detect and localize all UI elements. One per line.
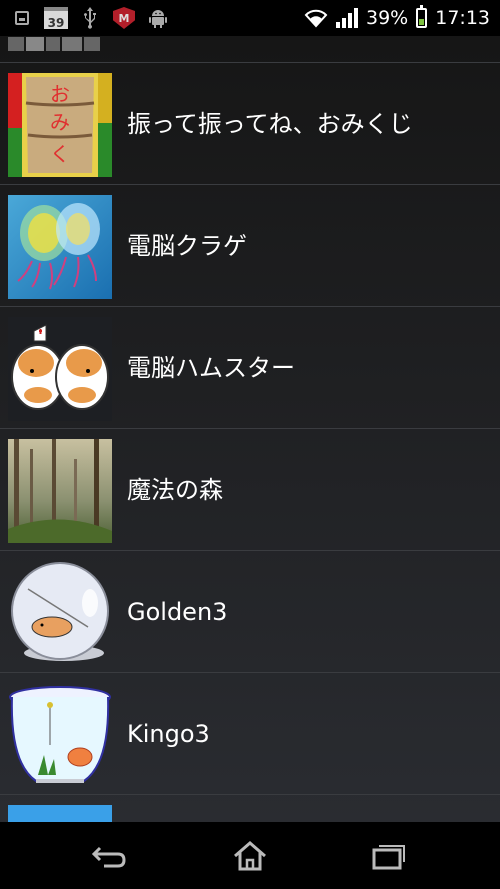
forest-icon xyxy=(8,439,112,543)
recent-apps-button[interactable] xyxy=(358,836,418,876)
fishbowl-icon xyxy=(8,683,112,787)
hamster-ball-icon xyxy=(8,561,112,665)
calendar-icon: 39 xyxy=(44,6,68,30)
navigation-bar xyxy=(0,822,500,889)
clock: 17:13 xyxy=(435,7,490,29)
hamster-icon xyxy=(8,317,112,421)
svg-text:く: く xyxy=(50,142,70,166)
list-item[interactable]: 魔法の森 xyxy=(0,428,500,551)
back-button[interactable] xyxy=(80,836,140,876)
android-icon xyxy=(146,6,170,30)
notification-icon xyxy=(10,6,34,30)
app-label: 魔法の森 xyxy=(127,476,223,504)
list-item[interactable]: Golden3 xyxy=(0,550,500,673)
app-list[interactable]: お み く 振って振ってね、おみくじ 電脳クラゲ 電脳ハムスター 魔法の森 Go… xyxy=(0,36,500,822)
app-label: 振って振ってね、おみくじ xyxy=(127,110,413,138)
app-label: Golden3 xyxy=(127,598,228,626)
jellyfish-bulb-icon xyxy=(8,195,112,299)
svg-text:お: お xyxy=(50,82,70,106)
battery-icon xyxy=(416,5,428,28)
battery-percent: 39% xyxy=(366,7,409,29)
list-item[interactable] xyxy=(0,794,500,822)
blurred-item-label xyxy=(8,36,102,54)
list-item[interactable]: お み く 振って振ってね、おみくじ xyxy=(0,62,500,185)
home-button[interactable] xyxy=(220,836,280,876)
app-thumbnail xyxy=(8,805,112,822)
back-icon xyxy=(91,846,126,868)
mcafee-icon: M xyxy=(112,6,136,30)
home-icon xyxy=(234,841,266,871)
signal-icon xyxy=(336,8,358,28)
app-label: 電脳ハムスター xyxy=(127,354,295,382)
wifi-icon xyxy=(304,8,328,28)
status-bar: 39 M 39% 17:13 xyxy=(0,0,500,36)
svg-text:み: み xyxy=(50,110,70,134)
list-item[interactable]: 電脳ハムスター xyxy=(0,306,500,429)
list-item[interactable]: 電脳クラゲ xyxy=(0,184,500,307)
usb-icon xyxy=(78,6,102,30)
app-label: Kingo3 xyxy=(127,720,210,748)
app-label: 電脳クラゲ xyxy=(127,232,247,260)
list-item[interactable]: Kingo3 xyxy=(0,672,500,795)
recent-apps-icon xyxy=(372,845,405,870)
omikuji-box-icon: お み く xyxy=(8,73,112,177)
